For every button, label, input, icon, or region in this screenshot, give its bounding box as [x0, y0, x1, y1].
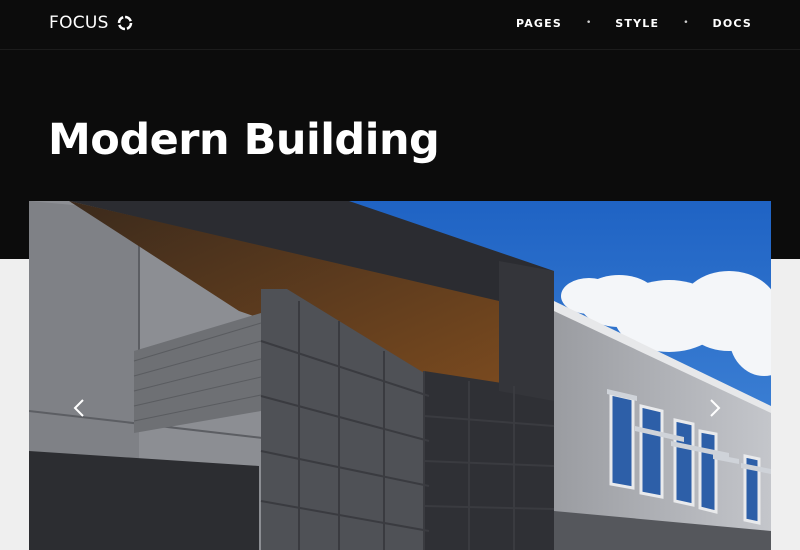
chevron-left-icon [73, 398, 85, 418]
logo[interactable]: FOCUS [49, 13, 133, 33]
circle-ring-icon [117, 15, 133, 31]
nav-item-pages[interactable]: PAGES [516, 17, 562, 30]
chevron-right-icon [709, 398, 721, 418]
main-nav: PAGES • STYLE • DOCS [516, 17, 752, 30]
nav-separator: • [585, 18, 592, 28]
slider-prev-button[interactable] [68, 393, 90, 423]
logo-text: FOCUS [49, 13, 109, 33]
nav-separator: • [683, 18, 689, 28]
building-photo [29, 201, 771, 550]
top-navbar: FOCUS PAGES • STYLE • DOCS [0, 0, 800, 50]
slider-next-button[interactable] [704, 393, 726, 423]
image-slider[interactable] [29, 201, 771, 550]
nav-item-style[interactable]: STYLE [615, 17, 659, 30]
nav-item-docs[interactable]: DOCS [713, 17, 752, 30]
page-title: Modern Building [48, 115, 440, 165]
